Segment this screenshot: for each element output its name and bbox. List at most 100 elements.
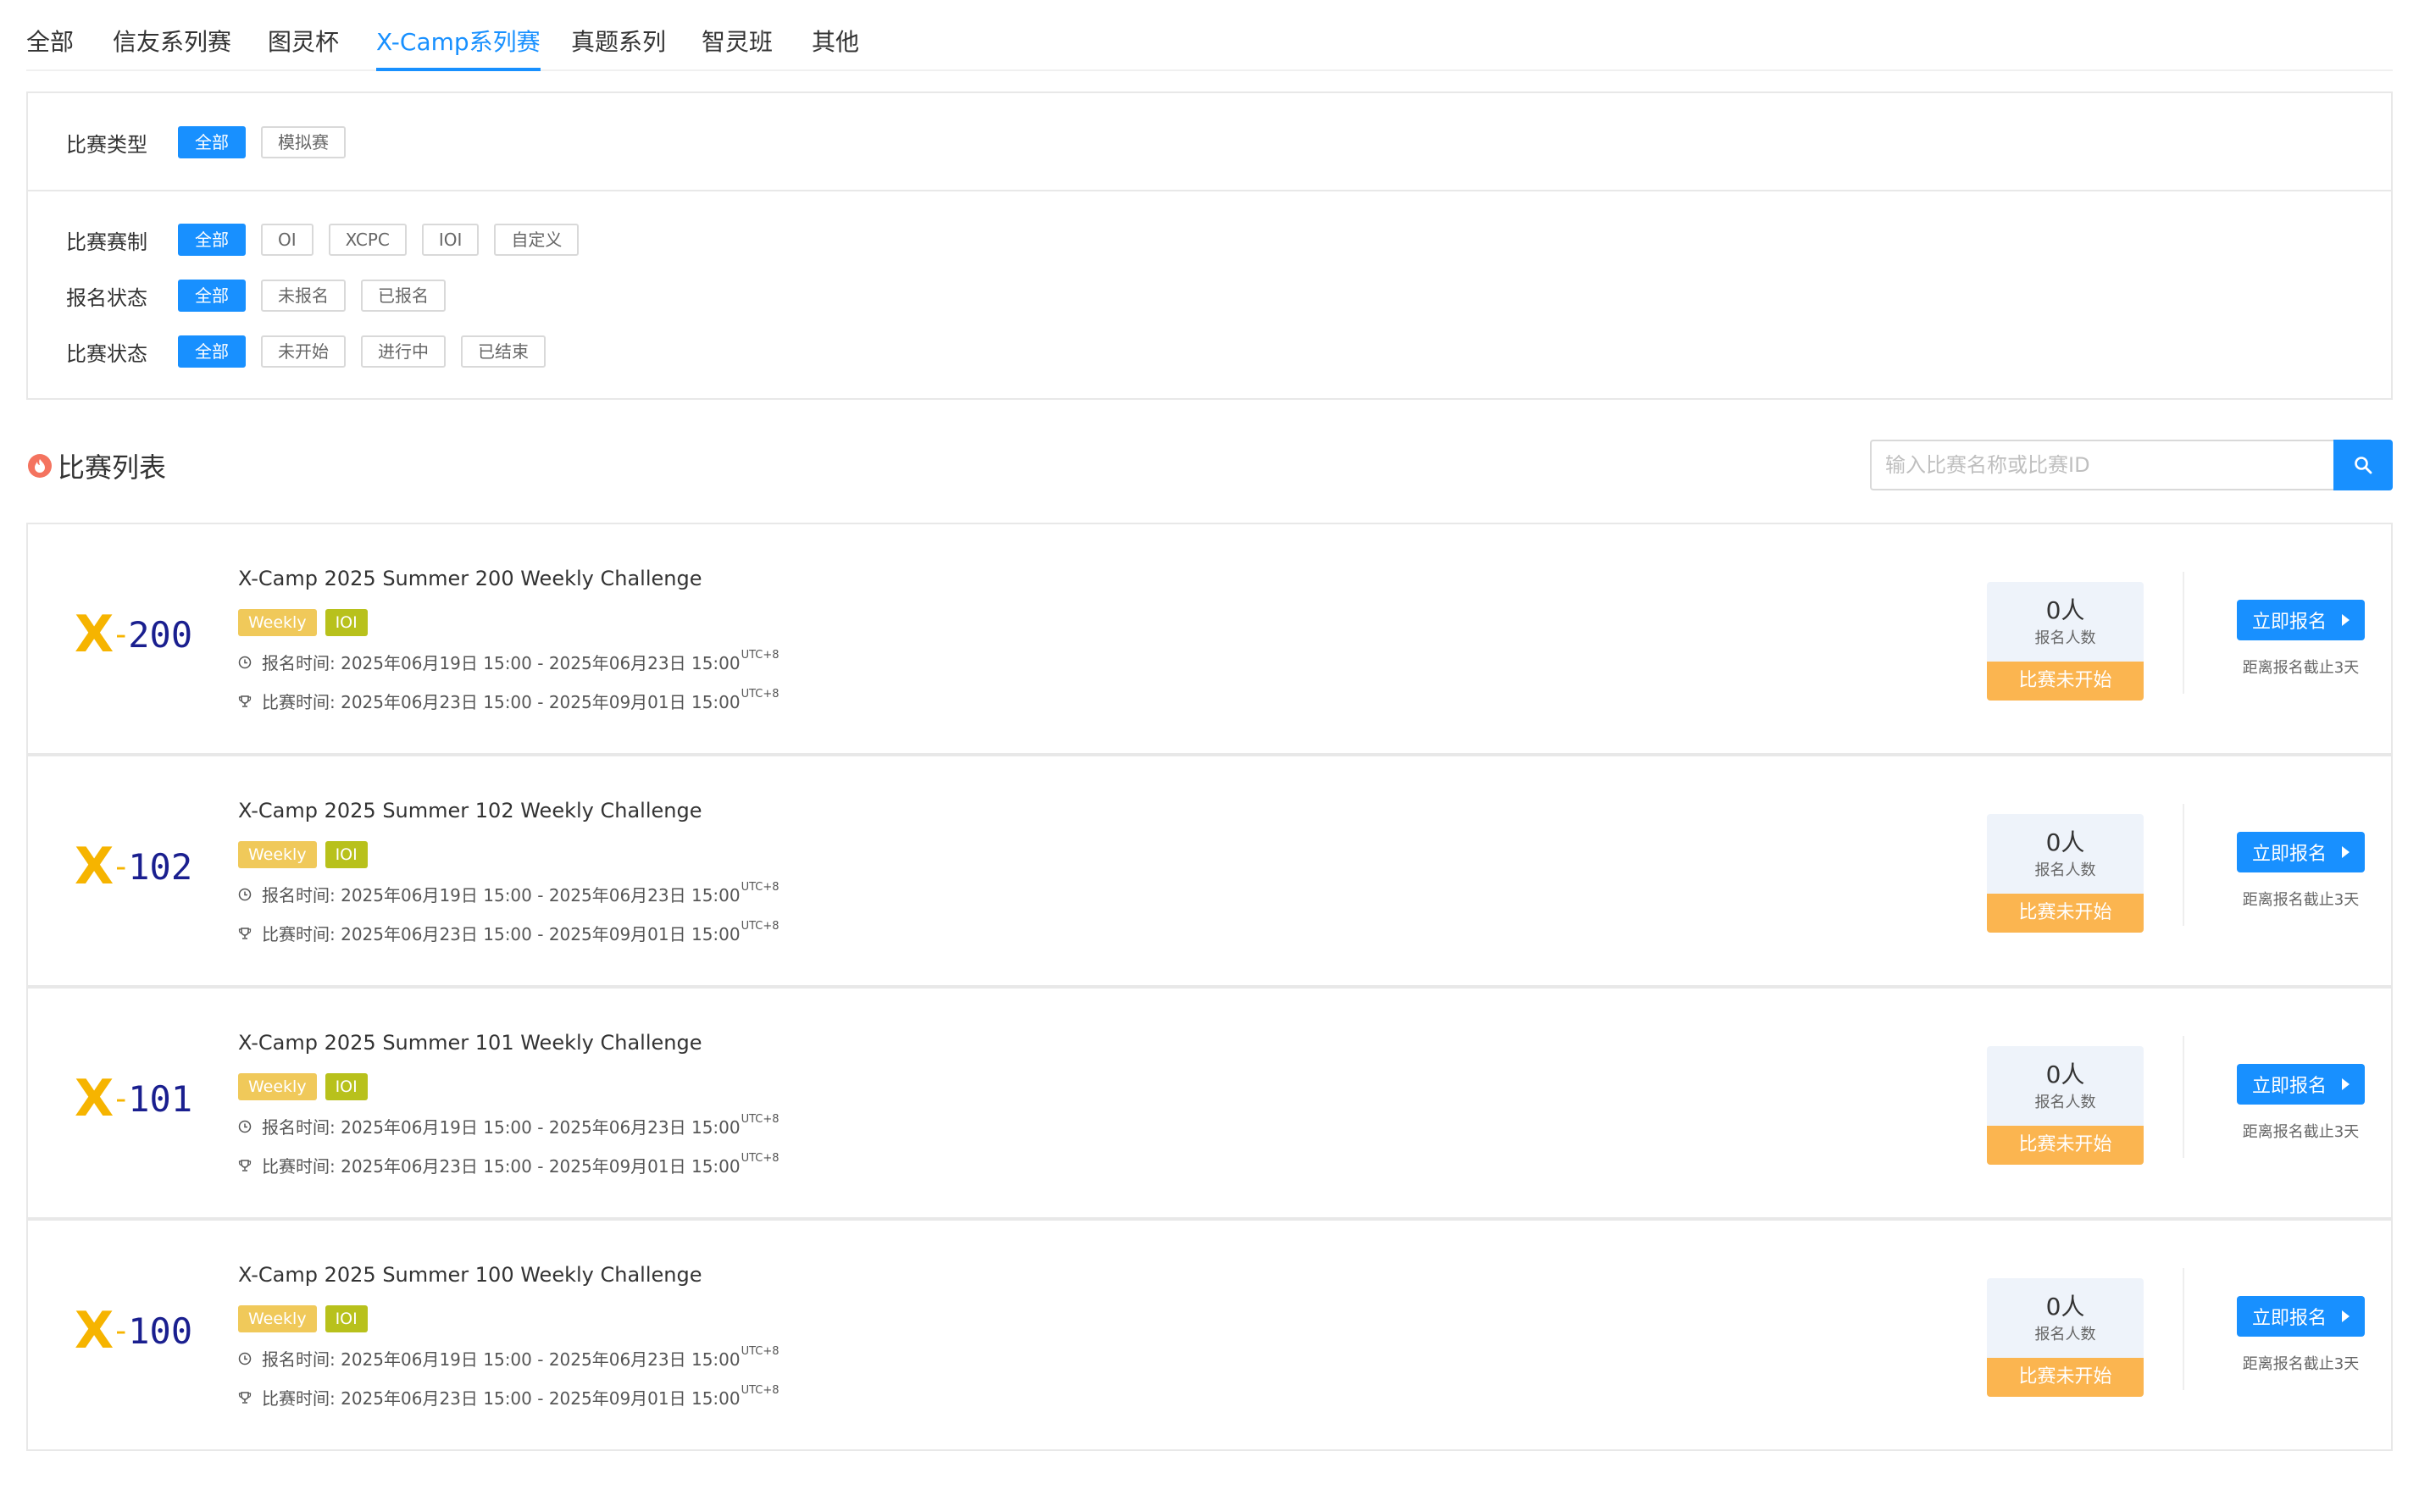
tab-turing-cup[interactable]: 图灵杯 xyxy=(268,24,339,58)
filter-row-signup: 报名状态 全部 未报名 已报名 xyxy=(66,280,461,312)
signup-count-box: 0人 报名人数 比赛未开始 xyxy=(1987,1046,2144,1165)
contest-title[interactable]: X-Camp 2025 Summer 100 Weekly Challenge xyxy=(238,1263,702,1287)
signup-time: 报名时间: 2025年06月19日 15:00 - 2025年06月23日 15… xyxy=(238,1113,780,1138)
caret-right-icon xyxy=(2342,614,2350,626)
register-button[interactable]: 立即报名 xyxy=(2237,1296,2365,1337)
filter-option[interactable]: XCPC xyxy=(328,224,407,256)
filter-option[interactable]: OI xyxy=(261,224,313,256)
timezone: UTC+8 xyxy=(741,1113,780,1126)
filter-option[interactable]: 模拟赛 xyxy=(261,126,346,158)
logo-number: 200 xyxy=(128,613,193,656)
contest-tags: Weekly IOI xyxy=(238,609,376,636)
filter-option[interactable]: 全部 xyxy=(178,335,246,368)
logo-dash: - xyxy=(115,617,127,652)
trophy-icon xyxy=(238,1391,252,1404)
caret-right-icon xyxy=(2342,1310,2350,1322)
filter-option[interactable]: 未开始 xyxy=(261,335,346,368)
logo-number: 102 xyxy=(128,845,193,888)
signup-count: 0人 xyxy=(2045,596,2085,624)
search-button[interactable] xyxy=(2333,440,2393,490)
filter-option[interactable]: IOI xyxy=(421,224,480,256)
fire-icon xyxy=(27,453,53,479)
contest-card: X - 102 X-Camp 2025 Summer 102 Weekly Ch… xyxy=(26,755,2393,987)
signup-time: 报名时间: 2025年06月19日 15:00 - 2025年06月23日 15… xyxy=(238,1345,780,1371)
contest-title[interactable]: X-Camp 2025 Summer 101 Weekly Challenge xyxy=(238,1031,702,1055)
trophy-icon xyxy=(238,1159,252,1171)
register-button-label: 立即报名 xyxy=(2251,612,2327,633)
register-button-label: 立即报名 xyxy=(2251,844,2327,865)
signup-time-text: 报名时间: 2025年06月19日 15:00 - 2025年06月23日 15… xyxy=(262,1117,741,1138)
logo-x: X xyxy=(75,605,114,664)
signup-time-text: 报名时间: 2025年06月19日 15:00 - 2025年06月23日 15… xyxy=(262,653,741,673)
filter-option[interactable]: 自定义 xyxy=(494,224,580,256)
logo-number: 101 xyxy=(128,1077,193,1120)
signup-deadline: 距离报名截止3天 xyxy=(2242,1123,2360,1141)
contest-title[interactable]: X-Camp 2025 Summer 102 Weekly Challenge xyxy=(238,799,702,822)
ioi-tag: IOI xyxy=(325,841,368,868)
signup-time-text: 报名时间: 2025年06月19日 15:00 - 2025年06月23日 15… xyxy=(262,1349,741,1370)
category-tabs: 全部 信友系列赛 图灵杯 X-Camp系列赛 真题系列 智灵班 其他 xyxy=(26,0,2393,71)
register-button[interactable]: 立即报名 xyxy=(2237,832,2365,872)
tab-other[interactable]: 其他 xyxy=(812,24,859,58)
signup-deadline: 距离报名截止3天 xyxy=(2242,659,2360,677)
register-button-label: 立即报名 xyxy=(2251,1076,2327,1097)
filter-option[interactable]: 全部 xyxy=(178,126,246,158)
filter-option[interactable]: 全部 xyxy=(178,280,246,312)
tab-all[interactable]: 全部 xyxy=(26,24,74,58)
logo-x: X xyxy=(75,1069,114,1128)
tab-zhiling-class[interactable]: 智灵班 xyxy=(702,24,773,58)
filter-option[interactable]: 未报名 xyxy=(261,280,346,312)
filter-row-status: 比赛状态 全部 未开始 进行中 已结束 xyxy=(66,335,561,368)
tab-xcamp-series[interactable]: X-Camp系列赛 xyxy=(376,24,541,71)
filter-row-type: 比赛类型 全部 模拟赛 xyxy=(66,126,361,158)
logo-x: X xyxy=(75,837,114,896)
divider xyxy=(2183,804,2184,926)
signup-deadline: 距离报名截止3天 xyxy=(2242,891,2360,909)
contest-tags: Weekly IOI xyxy=(238,841,376,868)
timezone: UTC+8 xyxy=(741,1152,780,1165)
signup-count-box: 0人 报名人数 比赛未开始 xyxy=(1987,814,2144,933)
caret-right-icon xyxy=(2342,846,2350,858)
contest-logo: X - 200 xyxy=(75,605,227,664)
filter-option[interactable]: 已结束 xyxy=(461,335,546,368)
weekly-tag: Weekly xyxy=(238,841,317,868)
filter-option[interactable]: 已报名 xyxy=(361,280,446,312)
contest-logo: X - 102 xyxy=(75,837,227,896)
timezone: UTC+8 xyxy=(741,1345,780,1358)
signup-time: 报名时间: 2025年06月19日 15:00 - 2025年06月23日 15… xyxy=(238,881,780,906)
contest-tags: Weekly IOI xyxy=(238,1305,376,1332)
signup-count-box: 0人 报名人数 比赛未开始 xyxy=(1987,582,2144,701)
register-button[interactable]: 立即报名 xyxy=(2237,600,2365,640)
timezone: UTC+8 xyxy=(741,920,780,933)
list-title-text: 比赛列表 xyxy=(58,451,167,484)
contest-time-text: 比赛时间: 2025年06月23日 15:00 - 2025年09月01日 15… xyxy=(262,1156,741,1177)
logo-dash: - xyxy=(115,849,127,884)
divider xyxy=(2183,572,2184,694)
signup-count-label: 报名人数 xyxy=(2034,1326,2096,1343)
tab-past-exams[interactable]: 真题系列 xyxy=(571,24,666,58)
signup-count: 0人 xyxy=(2045,1061,2085,1088)
register-button[interactable]: 立即报名 xyxy=(2237,1064,2365,1105)
ioi-tag: IOI xyxy=(325,609,368,636)
timezone: UTC+8 xyxy=(741,881,780,894)
filter-label: 比赛类型 xyxy=(66,132,147,157)
contest-status-badge: 比赛未开始 xyxy=(1987,1358,2144,1397)
trophy-icon xyxy=(238,695,252,707)
tab-xinyou-series[interactable]: 信友系列赛 xyxy=(113,24,231,58)
signup-time-text: 报名时间: 2025年06月19日 15:00 - 2025年06月23日 15… xyxy=(262,885,741,906)
contest-title[interactable]: X-Camp 2025 Summer 200 Weekly Challenge xyxy=(238,567,702,590)
contest-search xyxy=(1870,440,2393,490)
clock-icon xyxy=(238,656,252,668)
logo-dash: - xyxy=(115,1081,127,1116)
filter-option[interactable]: 进行中 xyxy=(361,335,446,368)
signup-count: 0人 xyxy=(2045,828,2085,856)
clock-icon xyxy=(238,888,252,900)
timezone: UTC+8 xyxy=(741,649,780,662)
logo-dash: - xyxy=(115,1313,127,1349)
search-input[interactable] xyxy=(1870,440,2333,490)
contest-time-text: 比赛时间: 2025年06月23日 15:00 - 2025年09月01日 15… xyxy=(262,692,741,712)
filter-option[interactable]: 全部 xyxy=(178,224,246,256)
filter-panel: 比赛类型 全部 模拟赛 比赛赛制 全部 OI XCPC IOI 自定义 报名状态… xyxy=(26,91,2393,400)
divider xyxy=(2183,1036,2184,1158)
ioi-tag: IOI xyxy=(325,1073,368,1100)
